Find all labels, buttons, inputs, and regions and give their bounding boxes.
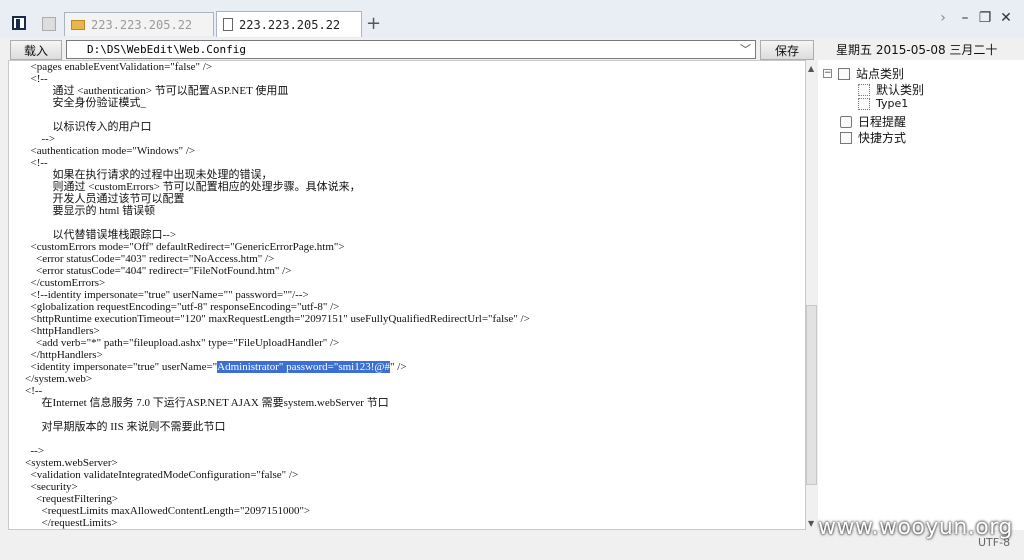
tree-label: Type1 (876, 97, 909, 110)
minimize-icon[interactable]: – (957, 10, 973, 26)
file-path-input[interactable]: D:\DS\WebEdit\Web.Config ﹀ (66, 40, 756, 59)
code-line[interactable]: <!-- (25, 73, 48, 85)
selected-text[interactable]: Administrator" password="smi123!@# (217, 361, 391, 373)
close-icon[interactable]: ✕ (998, 10, 1014, 26)
maximize-icon[interactable]: ❐ (977, 10, 993, 26)
code-line[interactable]: 则通过 <customErrors> 节可以配置相应的处理步骤。具体说来， (25, 181, 361, 193)
code-line[interactable]: <requestFiltering> (25, 493, 118, 505)
clock-icon (840, 115, 852, 128)
code-line[interactable]: <!--identity impersonate="true" userName… (25, 289, 309, 301)
code-line[interactable]: 如果在执行请求的过程中出现未处理的错误， (25, 169, 273, 181)
tree-item-schedule[interactable]: 日程提醒 (840, 113, 906, 130)
dotted-box-icon (858, 83, 870, 96)
tree-label: 快捷方式 (858, 131, 907, 145)
load-button[interactable]: 载入 (10, 40, 62, 60)
tree-item-shortcuts[interactable]: 快捷方式 (840, 129, 906, 146)
tab-label: 223.223.205.22 (239, 17, 341, 32)
status-bar (0, 530, 818, 560)
tree-label: 日程提醒 (858, 115, 907, 129)
code-line[interactable]: <authentication mode="Windows" /> (25, 145, 196, 157)
chevron-right-icon[interactable]: › (935, 10, 951, 26)
code-text[interactable]: <pages enableEventValidation="false" /> … (25, 61, 530, 529)
lunar-date: 三月二十 (949, 43, 998, 57)
code-line[interactable]: 安全身份验证模式_ (25, 97, 147, 109)
code-line[interactable]: 通过 <authentication> 节可以配置ASP.NET 使用皿 (25, 85, 289, 97)
code-line[interactable]: <pages enableEventValidation="false" /> (25, 61, 213, 73)
tree-label: 默认类别 (876, 83, 925, 97)
file-path-value: D:\DS\WebEdit\Web.Config (87, 43, 246, 56)
code-line[interactable]: <error statusCode="404" redirect="FileNo… (25, 265, 291, 277)
code-line[interactable]: </system.web> (25, 373, 92, 385)
code-line[interactable]: <validation validateIntegratedModeConfig… (25, 469, 299, 481)
scroll-down-icon[interactable]: ▼ (808, 519, 814, 528)
code-line[interactable]: <customErrors mode="Off" defaultRedirect… (25, 241, 345, 253)
code-line[interactable]: <httpHandlers> (25, 325, 100, 337)
tree-item-site-category[interactable]: − 站点类别 (823, 65, 904, 82)
code-line[interactable]: <globalization requestEncoding="utf-8" r… (25, 301, 340, 313)
left-edge (0, 60, 8, 530)
scrollbar-thumb[interactable] (806, 305, 817, 485)
shortcut-icon (840, 131, 852, 144)
tab-bar: 223.223.205.22 223.223.205.22 + › – ❐ ✕ (0, 0, 1024, 39)
code-editor[interactable]: <pages enableEventValidation="false" /> … (8, 60, 806, 530)
code-line[interactable]: <add verb="*" path="fileupload.ashx" typ… (25, 337, 339, 349)
code-line[interactable]: <httpRuntime executionTimeout="120" maxR… (25, 313, 530, 325)
tab-label: 223.223.205.22 (91, 17, 193, 32)
code-line[interactable]: 以代替错误堆栈跟踪口--> (25, 229, 177, 241)
category-icon (838, 67, 850, 80)
save-button[interactable]: 保存 (760, 40, 814, 60)
code-line[interactable]: <requestLimits maxAllowedContentLength="… (25, 505, 311, 517)
code-line[interactable]: 开发人员通过该节可以配置 (25, 193, 185, 205)
code-line[interactable]: --> (25, 133, 56, 145)
tab-2-active[interactable]: 223.223.205.22 (216, 11, 362, 37)
code-line[interactable]: <error statusCode="403" redirect="NoAcce… (25, 253, 274, 265)
collapse-icon[interactable]: − (823, 69, 832, 78)
code-line[interactable]: </httpHandlers> (25, 349, 103, 361)
watermark: www.wooyun.org (818, 515, 1013, 540)
code-line[interactable]: <security> (25, 481, 78, 493)
dotted-box-icon (858, 97, 870, 110)
code-line[interactable]: 对早期版本的 IIS 来说则不需要此节口 (25, 421, 226, 433)
date: 2015-05-08 (875, 43, 946, 57)
code-line[interactable]: --> (25, 445, 45, 457)
weekday: 星期五 (836, 43, 873, 57)
code-line[interactable]: <!-- (25, 385, 42, 397)
new-tab-icon[interactable]: + (366, 13, 381, 34)
tree-label: 站点类别 (856, 67, 905, 81)
chevron-down-icon[interactable]: ﹀ (740, 41, 751, 58)
code-line[interactable]: 要显示的 html 错误顿 (25, 205, 156, 217)
panel-toggle-icon[interactable] (12, 16, 26, 30)
code-line[interactable]: </requestLimits> (25, 517, 118, 529)
code-line[interactable]: <!-- (25, 157, 48, 169)
tree-item-type1[interactable]: Type1 (858, 97, 908, 110)
scroll-up-icon[interactable]: ▲ (808, 64, 814, 73)
home-tab-icon[interactable] (42, 17, 56, 31)
folder-icon (71, 19, 85, 30)
tab-1[interactable]: 223.223.205.22 (64, 12, 214, 36)
tree-item-default-category[interactable]: 默认类别 (858, 81, 924, 98)
date-display: 星期五 2015-05-08 三月二十 (836, 41, 997, 58)
code-line[interactable]: 以标识传入的用户口 (25, 121, 152, 133)
document-icon (223, 18, 233, 31)
code-line[interactable]: <identity impersonate="true" userName="A… (25, 361, 407, 373)
code-line[interactable]: <system.webServer> (25, 457, 118, 469)
code-line[interactable]: </customErrors> (25, 277, 106, 289)
code-line[interactable]: 在Internet 信息服务 7.0 下运行ASP.NET AJAX 需要sys… (25, 397, 389, 409)
